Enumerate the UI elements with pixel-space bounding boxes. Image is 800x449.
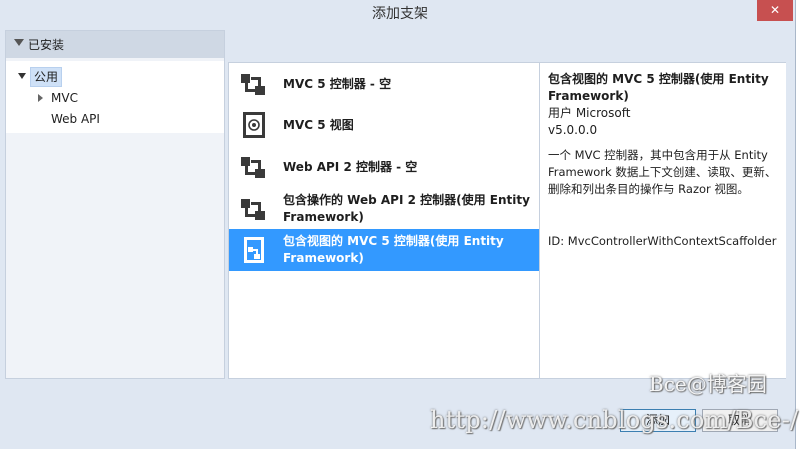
collapse-triangle-icon <box>14 39 24 46</box>
window-title: 添加支架 <box>372 6 428 22</box>
template-list: MVC 5 控制器 - 空 MVC 5 视图 Web API 2 控制器 - 空 <box>228 62 540 379</box>
tree-item-label: Web API <box>51 112 100 126</box>
template-item[interactable]: MVC 5 视图 <box>229 104 539 146</box>
background-window-edge <box>795 0 800 449</box>
template-item-selected[interactable]: 包含视图的 MVC 5 控制器(使用 Entity Framework) <box>229 229 539 271</box>
template-item[interactable]: Web API 2 控制器 - 空 <box>229 146 539 188</box>
controller-views-icon <box>244 237 264 263</box>
title-bar: 添加支架 ✕ <box>0 0 800 28</box>
template-item[interactable]: MVC 5 控制器 - 空 <box>229 63 539 105</box>
category-panel: 已安装 公用 MVC Web API <box>5 30 225 379</box>
collapsed-arrow-icon[interactable] <box>38 94 43 102</box>
category-tree: 公用 MVC Web API <box>6 61 224 133</box>
details-version: v5.0.0.0 <box>548 123 598 137</box>
controller-icon <box>241 199 265 220</box>
template-label: 包含视图的 MVC 5 控制器(使用 Entity Framework) <box>283 234 504 265</box>
watermark-author: Bce@博客园 <box>649 372 767 396</box>
controller-icon <box>241 157 265 178</box>
installed-header[interactable]: 已安装 <box>6 31 224 58</box>
details-panel: 包含视图的 MVC 5 控制器(使用 Entity Framework) 用户 … <box>540 62 786 379</box>
watermark-url: http://www.cnblogs.com/Bce-/ <box>430 406 799 434</box>
details-author: 用户 Microsoft <box>548 106 631 120</box>
details-title: 包含视图的 MVC 5 控制器(使用 Entity Framework) <box>548 72 769 103</box>
template-label: 包含操作的 Web API 2 控制器(使用 Entity Framework) <box>283 193 530 224</box>
details-id: ID: MvcControllerWithContextScaffolder <box>548 234 777 248</box>
view-icon <box>243 112 265 138</box>
template-label: Web API 2 控制器 - 空 <box>283 159 418 174</box>
template-item[interactable]: 包含操作的 Web API 2 控制器(使用 Entity Framework) <box>229 188 539 230</box>
add-scaffold-dialog: 添加支架 ✕ 已安装 公用 MVC Web API MVC 5 控制器 - 空 … <box>0 0 800 449</box>
expanded-arrow-icon[interactable] <box>18 73 26 79</box>
close-icon: ✕ <box>769 3 781 17</box>
close-button[interactable]: ✕ <box>757 0 793 21</box>
tree-item-label: MVC <box>51 91 78 105</box>
details-description: 一个 MVC 控制器，其中包含用于从 Entity Framework 数据上下… <box>548 148 777 196</box>
template-label: MVC 5 控制器 - 空 <box>283 76 392 91</box>
installed-label: 已安装 <box>28 38 65 52</box>
template-label: MVC 5 视图 <box>283 117 354 132</box>
tree-item-label: 公用 <box>30 67 63 87</box>
controller-icon <box>241 74 265 95</box>
